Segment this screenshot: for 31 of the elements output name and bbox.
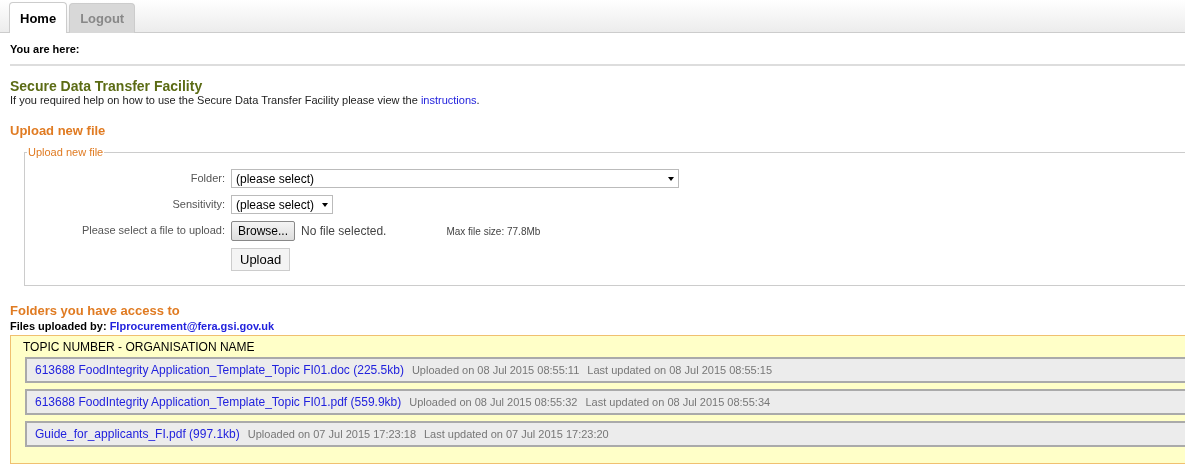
email-link[interactable]: FIprocurement@fera.gsi.gov.uk bbox=[109, 320, 275, 332]
nav-tab[interactable]: Home bbox=[9, 2, 68, 33]
folder-select[interactable]: (please select) bbox=[231, 169, 679, 188]
browse-button[interactable]: Browse... bbox=[231, 221, 295, 241]
panel-legend: Upload new file bbox=[27, 146, 105, 158]
file-link[interactable]: 613688 FoodIntegrity Application_Template_Topic FI01.doc (225.5kb) bbox=[35, 363, 404, 377]
update-date: Last updated on 07 Jul 2015 17:23:20 bbox=[424, 428, 609, 440]
upload-date: Uploaded on 08 Jul 2015 08:55:11 bbox=[411, 364, 580, 376]
upload-button[interactable]: Upload bbox=[231, 248, 291, 271]
upload-date: Uploaded on 07 Jul 2015 17:23:18 bbox=[247, 428, 416, 440]
section-heading: Upload new file bbox=[10, 123, 107, 138]
max-size-note: Max file size: 77.8Mb bbox=[446, 225, 541, 237]
section-heading: Folders you have access to bbox=[10, 303, 181, 318]
sensitivity-select[interactable]: (please select) bbox=[231, 195, 334, 214]
file-link[interactable]: Guide_for_applicants_FI.pdf (997.1kb) bbox=[35, 427, 240, 441]
page-title: Secure Data Transfer Facility bbox=[10, 78, 204, 94]
caret-icon bbox=[668, 176, 674, 181]
upload-date: Uploaded on 08 Jul 2015 08:55:32 bbox=[409, 396, 578, 408]
folder-title: TOPIC NUMBER - ORGANISATION NAME bbox=[23, 340, 256, 354]
update-date: Last updated on 08 Jul 2015 08:55:34 bbox=[585, 396, 771, 408]
update-date: Last updated on 08 Jul 2015 08:55:15 bbox=[587, 364, 772, 376]
field-label: Folder: bbox=[189, 171, 225, 184]
file-status: No file selected. bbox=[301, 224, 387, 238]
field-label: Please select a file to upload: bbox=[80, 223, 225, 236]
caret-icon bbox=[322, 202, 329, 207]
breadcrumb-label: You are here: bbox=[10, 43, 81, 55]
instructions-link[interactable]: instructions bbox=[420, 94, 477, 106]
field-label: Sensitivity: bbox=[171, 197, 225, 210]
help-text: If you required help on how to use the Secure Data Transfer Facility please view the instructions. bbox=[10, 94, 481, 106]
uploaded-by-label: Files uploaded by: bbox=[10, 320, 107, 332]
file-link[interactable]: 613688 FoodIntegrity Application_Template_Topic FI01.pdf (559.9kb) bbox=[35, 395, 402, 409]
